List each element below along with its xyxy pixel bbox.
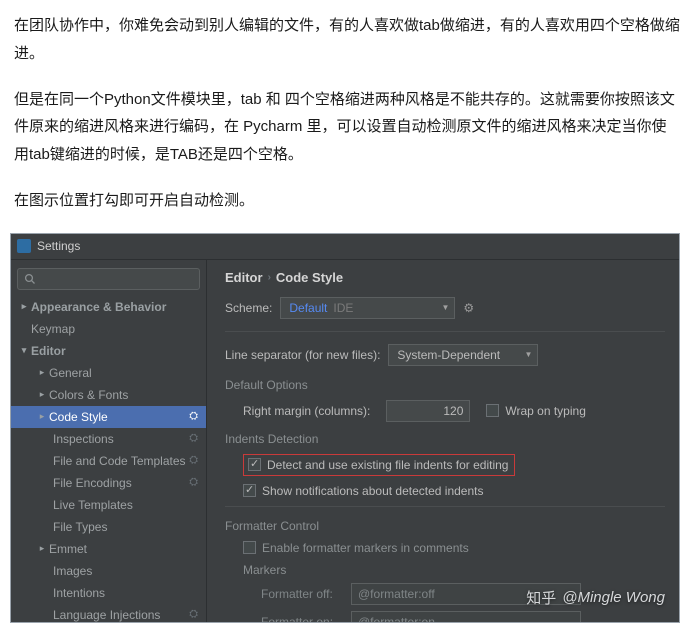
chevron-right-icon: ›	[268, 272, 271, 283]
chevron-right-icon: ▸	[37, 367, 47, 378]
chevron-down-icon: ▼	[524, 350, 532, 359]
paragraph-2: 但是在同一个Python文件模块里，tab 和 四个空格缩进两种风格是不能共存的…	[14, 86, 681, 169]
sidebar-item-editor[interactable]: ▾Editor	[11, 340, 206, 362]
chevron-right-icon: ▸	[19, 301, 29, 312]
gear-icon: ⛭	[189, 608, 198, 621]
scheme-label: Scheme:	[225, 301, 272, 315]
gear-icon[interactable]: ⚙	[463, 301, 474, 315]
chevron-down-icon: ▾	[19, 345, 29, 356]
gear-icon: ⛭	[189, 476, 198, 489]
settings-window: Settings ▸Appearance & Behavior Keymap ▾…	[10, 233, 680, 623]
chevron-right-icon: ▸	[37, 543, 47, 554]
sidebar-item-codestyle[interactable]: ▸Code Style⛭	[11, 406, 206, 428]
sidebar-item-fileenc[interactable]: File Encodings⛭	[11, 472, 206, 494]
indents-detection-label: Indents Detection	[225, 432, 665, 446]
detect-indents-row: Detect and use existing file indents for…	[243, 454, 515, 476]
right-margin-input[interactable]	[386, 400, 470, 422]
wrap-on-typing-checkbox[interactable]	[486, 404, 499, 417]
watermark: 知乎 @Mingle Wong	[526, 587, 665, 608]
sidebar-item-inspections[interactable]: Inspections⛭	[11, 428, 206, 450]
sidebar-item-langinj[interactable]: Language Injections⛭	[11, 604, 206, 623]
scheme-dropdown[interactable]: Default IDE ▼	[280, 297, 455, 319]
divider	[225, 506, 665, 507]
search-icon	[24, 273, 36, 285]
paragraph-3: 在图示位置打勾即可开启自动检测。	[14, 187, 681, 215]
window-title: Settings	[37, 239, 80, 253]
divider	[225, 331, 665, 332]
show-notifications-label: Show notifications about detected indent…	[262, 484, 483, 498]
sidebar-item-images[interactable]: Images	[11, 560, 206, 582]
linesep-dropdown[interactable]: System-Dependent ▼	[388, 344, 538, 366]
detect-indents-label: Detect and use existing file indents for…	[267, 458, 508, 472]
chevron-right-icon: ▸	[37, 411, 47, 422]
wrap-on-typing-label: Wrap on typing	[505, 404, 586, 418]
right-margin-label: Right margin (columns):	[243, 404, 370, 418]
sidebar-item-livetpl[interactable]: Live Templates	[11, 494, 206, 516]
formatter-on-input[interactable]	[351, 611, 581, 622]
gear-icon: ⛭	[189, 432, 198, 445]
detect-indents-checkbox[interactable]	[248, 458, 261, 471]
sidebar-item-keymap[interactable]: Keymap	[11, 318, 206, 340]
gear-icon: ⛭	[189, 454, 198, 467]
breadcrumb: Editor › Code Style	[225, 270, 665, 285]
show-notifications-checkbox[interactable]	[243, 484, 256, 497]
sidebar-item-intentions[interactable]: Intentions	[11, 582, 206, 604]
linesep-label: Line separator (for new files):	[225, 348, 380, 362]
sidebar-item-filecode[interactable]: File and Code Templates⛭	[11, 450, 206, 472]
enable-formatter-checkbox[interactable]	[243, 541, 256, 554]
chevron-down-icon: ▼	[441, 303, 449, 312]
settings-sidebar: ▸Appearance & Behavior Keymap ▾Editor ▸G…	[11, 260, 207, 622]
sidebar-item-colors[interactable]: ▸Colors & Fonts	[11, 384, 206, 406]
formatter-off-label: Formatter off:	[261, 587, 351, 601]
enable-formatter-label: Enable formatter markers in comments	[262, 541, 469, 555]
settings-content: Editor › Code Style Scheme: Default IDE …	[207, 260, 679, 622]
default-options-label: Default Options	[225, 378, 665, 392]
sidebar-item-general[interactable]: ▸General	[11, 362, 206, 384]
search-input[interactable]	[17, 268, 200, 290]
formatter-on-label: Formatter on:	[261, 615, 351, 622]
formatter-control-label: Formatter Control	[225, 519, 665, 533]
chevron-right-icon: ▸	[37, 389, 47, 400]
sidebar-item-appearance[interactable]: ▸Appearance & Behavior	[11, 296, 206, 318]
titlebar: Settings	[11, 234, 679, 260]
pycharm-icon	[17, 239, 31, 253]
markers-label: Markers	[243, 563, 665, 577]
gear-icon: ⛭	[189, 410, 198, 423]
sidebar-item-emmet[interactable]: ▸Emmet	[11, 538, 206, 560]
paragraph-1: 在团队协作中，你难免会动到别人编辑的文件，有的人喜欢做tab做缩进，有的人喜欢用…	[14, 12, 681, 68]
sidebar-item-filetypes[interactable]: File Types	[11, 516, 206, 538]
